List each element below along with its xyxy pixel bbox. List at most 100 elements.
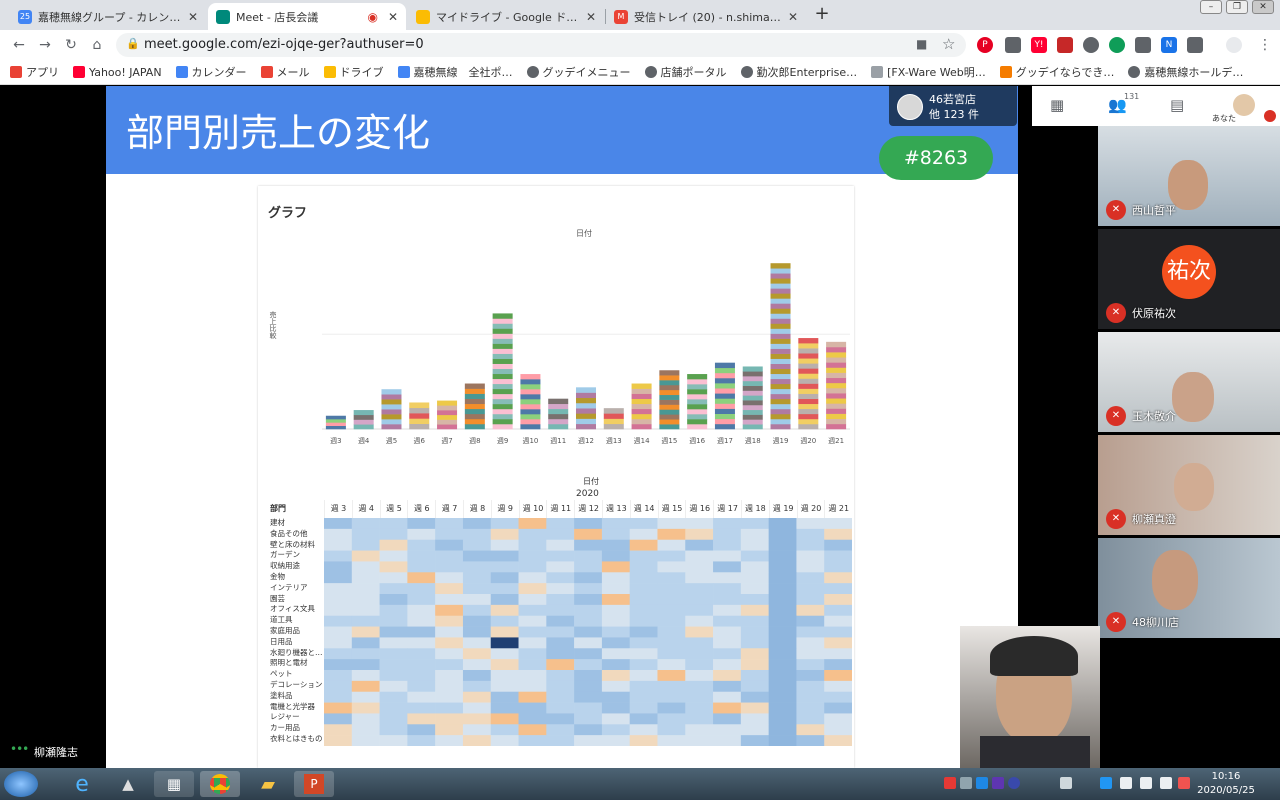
bar-segment: [659, 409, 680, 415]
heatmap-cell: [824, 637, 852, 649]
powerpoint-icon[interactable]: P: [294, 771, 334, 797]
bookmark-item[interactable]: メール: [260, 64, 310, 80]
bar-segment: [464, 383, 485, 389]
tray-icon[interactable]: [960, 777, 972, 789]
bar-segment: [826, 346, 847, 353]
calendar-icon: 25: [18, 9, 32, 24]
minimize-button[interactable]: –: [1200, 0, 1222, 14]
url-text[interactable]: meet.google.com/ezi-ojqe-ger?authuser=0: [144, 37, 424, 52]
dept-header: 部門: [270, 504, 286, 513]
bar-segment: [742, 366, 763, 372]
extension-icon[interactable]: [1109, 37, 1125, 53]
menu-icon[interactable]: ⋮: [1256, 36, 1274, 54]
participant-tile[interactable]: ✕ 48柳川店: [1098, 538, 1280, 638]
bookmark-item[interactable]: グッデイならでき…: [999, 64, 1114, 80]
heatmap-cell: [490, 594, 519, 606]
heatmap-cell: [824, 670, 852, 682]
volume-icon[interactable]: [1140, 777, 1152, 789]
close-icon[interactable]: ✕: [586, 10, 596, 24]
heatmap-cell: [768, 713, 797, 725]
participant-tile[interactable]: ✕ 柳瀬真澄: [1098, 435, 1280, 535]
close-window-button[interactable]: ✕: [1252, 0, 1274, 14]
forward-icon[interactable]: →: [36, 36, 54, 54]
heatmap-cell: [685, 735, 714, 746]
app-icon[interactable]: ▲: [108, 771, 148, 797]
restore-button[interactable]: ❐: [1226, 0, 1248, 14]
tray-icon[interactable]: [992, 777, 1004, 789]
new-extension-icon[interactable]: N: [1161, 37, 1177, 53]
bookmark-item[interactable]: カレンダー: [175, 64, 247, 80]
camera-icon[interactable]: ■: [916, 37, 927, 51]
tab-meet[interactable]: Meet - 店長会議 ◉ ✕: [208, 3, 406, 30]
bookmark-item[interactable]: グッデイメニュー: [526, 64, 631, 80]
new-tab-button[interactable]: +: [812, 5, 832, 25]
close-icon[interactable]: ✕: [388, 10, 398, 24]
presenter-chip[interactable]: 46若宮店 他 123 件: [889, 86, 1017, 126]
bookmark-item[interactable]: 嘉穂無線ホールデ…: [1128, 64, 1243, 80]
bookmark-item[interactable]: [FX-Ware Web明…: [871, 64, 986, 80]
network-icon[interactable]: [1120, 777, 1132, 789]
dropbox-icon[interactable]: [1100, 777, 1112, 789]
profile-icon[interactable]: [1226, 37, 1242, 53]
heatmap-cell: [685, 604, 714, 617]
bar-segment: [659, 375, 680, 381]
layout-icon[interactable]: ▦: [1050, 96, 1064, 114]
extension-icon[interactable]: [1187, 37, 1203, 53]
heatmap-cell: [518, 691, 547, 703]
tray-icon[interactable]: [1178, 777, 1190, 789]
tab-gmail[interactable]: M 受信トレイ (20) - n.shimamura ✕: [606, 3, 806, 30]
extension-icon[interactable]: [1005, 37, 1021, 53]
participant-tile[interactable]: ✕ 玉木敬介: [1098, 332, 1280, 432]
heatmap-cell: [824, 724, 852, 736]
bar: [381, 389, 402, 430]
bookmark-item[interactable]: Yahoo! JAPAN: [73, 66, 162, 79]
tray-icon[interactable]: [976, 777, 988, 789]
pinterest-icon[interactable]: P: [977, 37, 993, 53]
tray-icon[interactable]: [1060, 777, 1072, 789]
reload-icon[interactable]: ↻: [62, 36, 80, 54]
participant-tile[interactable]: ✕ 西山哲平: [1098, 126, 1280, 226]
chrome-icon[interactable]: [200, 771, 240, 797]
bar-segment: [409, 423, 430, 430]
heatmap-cell: [740, 713, 769, 725]
home-icon[interactable]: ⌂: [88, 36, 106, 54]
tab-drive[interactable]: マイドライブ - Google ドライブ ✕: [408, 3, 604, 30]
participant-tile[interactable]: 祐次 ✕ 伏原祐次: [1098, 229, 1280, 329]
bar-segment: [659, 399, 680, 405]
bookmark-item[interactable]: ドライブ: [323, 64, 384, 80]
extension-icon[interactable]: [1083, 37, 1099, 53]
battery-icon[interactable]: [1160, 777, 1172, 789]
heatmap-cell: [546, 680, 575, 693]
yahoo-icon: [73, 66, 85, 78]
bookmark-item[interactable]: 店舗ポータル: [644, 64, 727, 80]
chat-icon[interactable]: ▤: [1170, 96, 1184, 114]
star-icon[interactable]: ☆: [942, 35, 955, 53]
heatmap-cell: [379, 626, 408, 638]
folder-icon[interactable]: ▰: [248, 771, 288, 797]
bar-segment: [826, 367, 847, 373]
tray-icon[interactable]: [944, 777, 956, 789]
yahoo-icon[interactable]: Y!: [1031, 37, 1047, 53]
apps-icon[interactable]: ▦: [154, 771, 194, 797]
close-icon[interactable]: ✕: [188, 10, 198, 24]
bookmark-item[interactable]: 勤次郎Enterprise…: [740, 64, 857, 80]
tab-calendar[interactable]: 25 嘉穂無線グループ - カレンダー ✕: [10, 3, 206, 30]
bar-segment: [492, 353, 513, 359]
heatmap-cell: [351, 702, 380, 714]
heatmap-cell: [824, 561, 852, 573]
system-clock[interactable]: 10:16 2020/05/25: [1196, 770, 1256, 798]
close-icon[interactable]: ✕: [788, 10, 798, 24]
bar-segment: [381, 419, 402, 425]
pdf-icon[interactable]: [1057, 37, 1073, 53]
address-bar[interactable]: 🔒 meet.google.com/ezi-ojqe-ger?authuser=…: [116, 33, 966, 57]
participant-name: 48柳川店: [1132, 616, 1179, 629]
ie-icon[interactable]: e: [62, 771, 102, 797]
heatmap-cell: [435, 670, 464, 682]
help-icon[interactable]: [1008, 777, 1020, 789]
bar-segment: [742, 371, 763, 377]
bookmark-item[interactable]: アプリ: [10, 64, 59, 80]
bookmark-item[interactable]: 嘉穂無線 全社ポ…: [397, 64, 513, 80]
start-button[interactable]: [4, 771, 38, 797]
extension-icon[interactable]: [1135, 37, 1151, 53]
back-icon[interactable]: ←: [10, 36, 28, 54]
